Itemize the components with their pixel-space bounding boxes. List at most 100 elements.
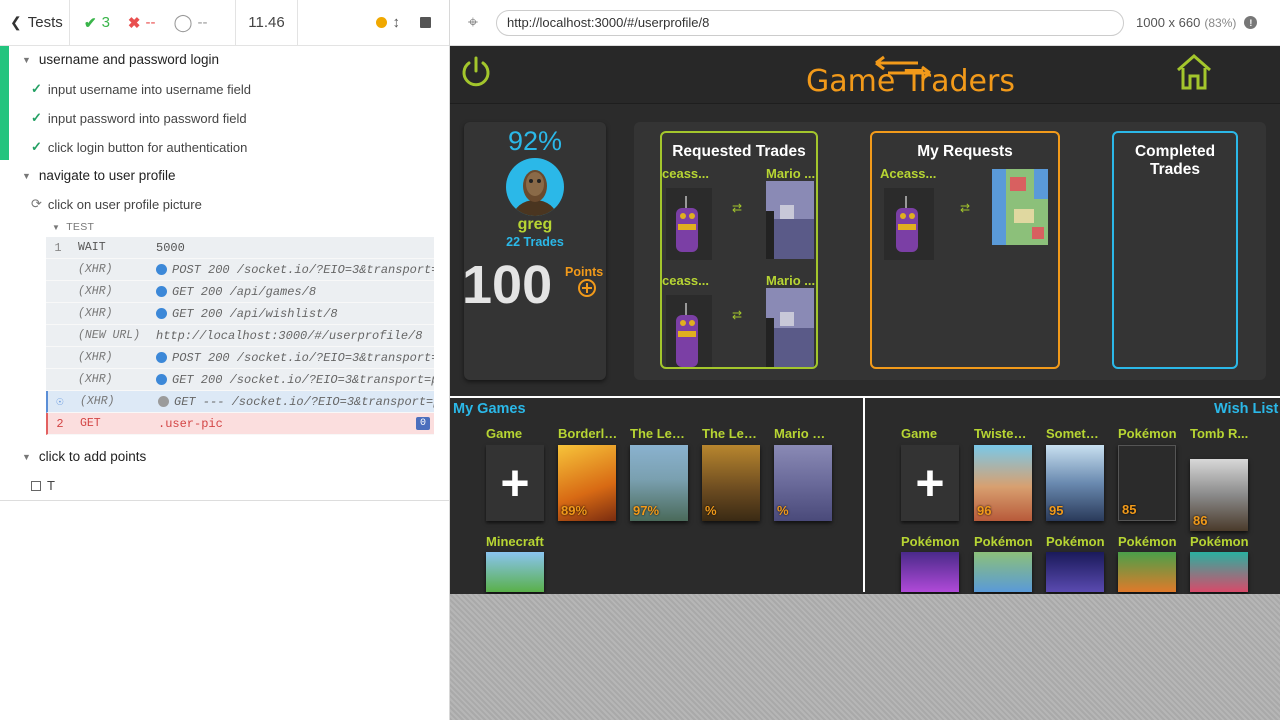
game-cover[interactable]: % [702, 445, 760, 521]
passed-stat: ✔ 3 [84, 14, 110, 32]
game-title: Pokémon [901, 534, 960, 549]
add-game-label: Game [486, 426, 523, 441]
xhr-status-dot-icon [156, 308, 167, 319]
game-cover[interactable] [974, 552, 1032, 592]
game-title: Pokémon [1046, 534, 1105, 549]
section-divider [450, 396, 1280, 398]
tests-button[interactable]: ❮ Tests [0, 0, 70, 45]
add-game-button[interactable]: + [486, 445, 544, 521]
caret-down-icon: ▼ [22, 54, 31, 65]
test-item[interactable]: ✓ click login button for authentication [31, 139, 247, 155]
username: greg [517, 216, 553, 233]
command-row[interactable]: (NEW URL) http://localhost:3000/#/userpr… [46, 325, 434, 347]
game-title: Minecraft [486, 534, 544, 549]
game-title: Twisted Metal [974, 426, 1034, 441]
suite-title[interactable]: ▼ navigate to user profile [22, 168, 176, 183]
game-cover[interactable] [1118, 552, 1176, 592]
game-cover[interactable]: 85 [1118, 445, 1176, 521]
test-item-running[interactable]: ⟳ click on user profile picture [31, 196, 202, 212]
section-divider [863, 398, 865, 592]
game-cover[interactable]: 89% [558, 445, 616, 521]
failed-stat: ✖ -- [127, 14, 156, 32]
test-item[interactable]: ✓ input username into username field [31, 81, 251, 97]
command-row[interactable]: (XHR) GET 200 /api/games/8 [46, 281, 434, 303]
add-wish-button[interactable]: + [901, 445, 959, 521]
game-cover[interactable]: 96 [974, 445, 1032, 521]
test-item[interactable]: T [31, 478, 55, 493]
caret-down-icon: ▼ [22, 451, 31, 462]
robot-game-image[interactable] [884, 188, 934, 260]
stop-icon[interactable] [420, 17, 431, 28]
game-title: The Legend [630, 426, 690, 441]
caret-down-icon: ▼ [52, 222, 61, 232]
xhr-status-dot-icon [156, 286, 167, 297]
pokemon-map-image[interactable] [992, 169, 1048, 245]
viewport-info: 1000 x 660 (83%) ! [1136, 15, 1258, 30]
trade-item-label: Mario ... [766, 166, 816, 181]
suite-title[interactable]: ▼ username and password login [22, 52, 219, 67]
cypress-reporter: ❮ Tests ✔ 3 ✖ -- ◯ -- 11.46 ↕ ▼ username… [0, 0, 450, 720]
element-count-badge: 0 [415, 417, 430, 430]
command-row-pending[interactable]: ☉ (XHR) GET --- /socket.io/?EIO=3&transp… [46, 391, 434, 413]
trade-item-label: Aceass... [880, 166, 937, 181]
game-cover[interactable]: % [774, 445, 832, 521]
check-icon: ✓ [31, 81, 42, 96]
run-controls: ↕ [298, 0, 449, 45]
command-row-failed[interactable]: 2 GET .user-pic 0 [46, 413, 434, 435]
trade-item-label: ceass... [662, 273, 709, 288]
command-row[interactable]: (XHR) GET 200 /api/wishlist/8 [46, 303, 434, 325]
command-row[interactable]: (XHR) POST 200 /socket.io/?EIO=3&transpo… [46, 259, 434, 281]
swap-arrows-icon: ⇄ [732, 308, 743, 322]
robot-game-image[interactable] [666, 295, 712, 367]
completed-trades-title: Completed Trades [1134, 143, 1216, 178]
game-cover[interactable]: 97% [630, 445, 688, 521]
game-cover[interactable]: 86 [1190, 459, 1248, 531]
running-indicator-icon: ↕ [375, 14, 400, 31]
game-title: Pokémon [1118, 534, 1177, 549]
game-cover[interactable]: 95 [1046, 445, 1104, 521]
game-title: Borderlands [558, 426, 618, 441]
mario-game-image[interactable] [766, 288, 814, 367]
caret-down-icon: ▼ [22, 170, 31, 181]
xhr-status-dot-icon [156, 374, 167, 385]
empty-checkbox-icon [31, 480, 41, 491]
xhr-status-dot-icon [156, 352, 167, 363]
game-cover[interactable] [1190, 552, 1248, 592]
pending-stat: ◯ -- [173, 12, 208, 32]
stats: ✔ 3 ✖ -- ◯ -- [70, 0, 236, 45]
crosshair-icon[interactable]: ⌖ [450, 12, 496, 33]
my-games-title: My Games [453, 401, 526, 417]
game-cover[interactable] [486, 552, 544, 592]
command-row[interactable]: (XHR) POST 200 /socket.io/?EIO=3&transpo… [46, 347, 434, 369]
points-value: 100 [462, 255, 553, 315]
wish-list-title: Wish List [1214, 401, 1279, 417]
xhr-status-dot-icon [158, 396, 169, 407]
user-pic[interactable] [506, 158, 564, 216]
home-icon[interactable] [1174, 52, 1214, 92]
game-traders-logo[interactable]: Game Traders [806, 51, 1022, 101]
requested-trades-title: Requested Trades [672, 143, 806, 160]
xhr-status-dot-icon [156, 264, 167, 275]
command-row[interactable]: 1 WAIT 5000 [46, 237, 434, 259]
game-cover[interactable] [1046, 552, 1104, 592]
game-title: Pokémon [974, 534, 1033, 549]
power-icon[interactable] [458, 54, 494, 90]
swap-arrows-icon: ⇄ [732, 201, 743, 215]
duration: 11.46 [236, 0, 298, 45]
suite-title[interactable]: ▼ click to add points [22, 449, 146, 464]
url-input[interactable]: http://localhost:3000/#/userprofile/8 [496, 9, 1124, 36]
pending-circle-icon: ◯ [173, 12, 193, 32]
add-points-icon[interactable] [577, 278, 597, 298]
check-icon: ✔ [84, 14, 97, 32]
trade-item-label: Mario ... [766, 273, 816, 288]
app-navbar: Game Traders [450, 46, 1280, 104]
robot-game-image[interactable] [666, 188, 712, 260]
command-row[interactable]: (XHR) GET 200 /socket.io/?EIO=3&transpor… [46, 369, 434, 391]
game-title: Something [1046, 426, 1106, 441]
game-cover[interactable] [901, 552, 959, 592]
refresh-icon: ⟳ [31, 196, 42, 211]
test-item[interactable]: ✓ input password into password field [31, 110, 247, 126]
info-icon[interactable]: ! [1244, 16, 1258, 29]
my-requests-box: My Requests Aceass... ⇄ [870, 131, 1060, 369]
mario-game-image[interactable] [766, 181, 814, 259]
